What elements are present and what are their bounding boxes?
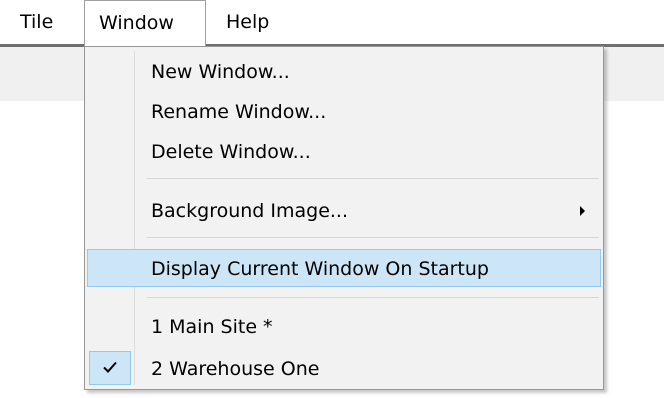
menu-item-window-2[interactable]: 2 Warehouse One — [87, 350, 601, 388]
menu-item-window-1[interactable]: 1 Main Site * — [87, 308, 601, 346]
menu-item-display-current-window-on-startup[interactable]: Display Current Window On Startup — [87, 249, 601, 287]
chevron-right-icon — [580, 206, 585, 216]
menu-separator — [147, 237, 599, 238]
menu-item-label: Display Current Window On Startup — [151, 258, 489, 280]
menu-item-new-window[interactable]: New Window... — [87, 53, 601, 91]
menu-item-label: 2 Warehouse One — [151, 358, 320, 380]
menu-window[interactable]: Window — [84, 0, 206, 47]
menu-item-label: Delete Window... — [151, 141, 311, 163]
menu-item-label: 1 Main Site * — [151, 316, 273, 338]
menu-tile[interactable]: Tile — [0, 0, 78, 44]
menu-item-label: Background Image... — [151, 200, 349, 222]
menu-item-label: New Window... — [151, 61, 290, 83]
checkmark-indicator — [89, 351, 131, 385]
menu-help[interactable]: Help — [210, 0, 280, 44]
menu-separator — [147, 178, 599, 179]
menu-item-delete-window[interactable]: Delete Window... — [87, 133, 601, 171]
menu-item-rename-window[interactable]: Rename Window... — [87, 93, 601, 131]
window-menu-dropdown: New Window... Rename Window... Delete Wi… — [84, 46, 604, 390]
menu-item-background-image[interactable]: Background Image... — [87, 192, 601, 230]
menu-item-label: Rename Window... — [151, 101, 327, 123]
checkmark-icon — [103, 361, 117, 373]
menu-separator — [147, 297, 599, 298]
